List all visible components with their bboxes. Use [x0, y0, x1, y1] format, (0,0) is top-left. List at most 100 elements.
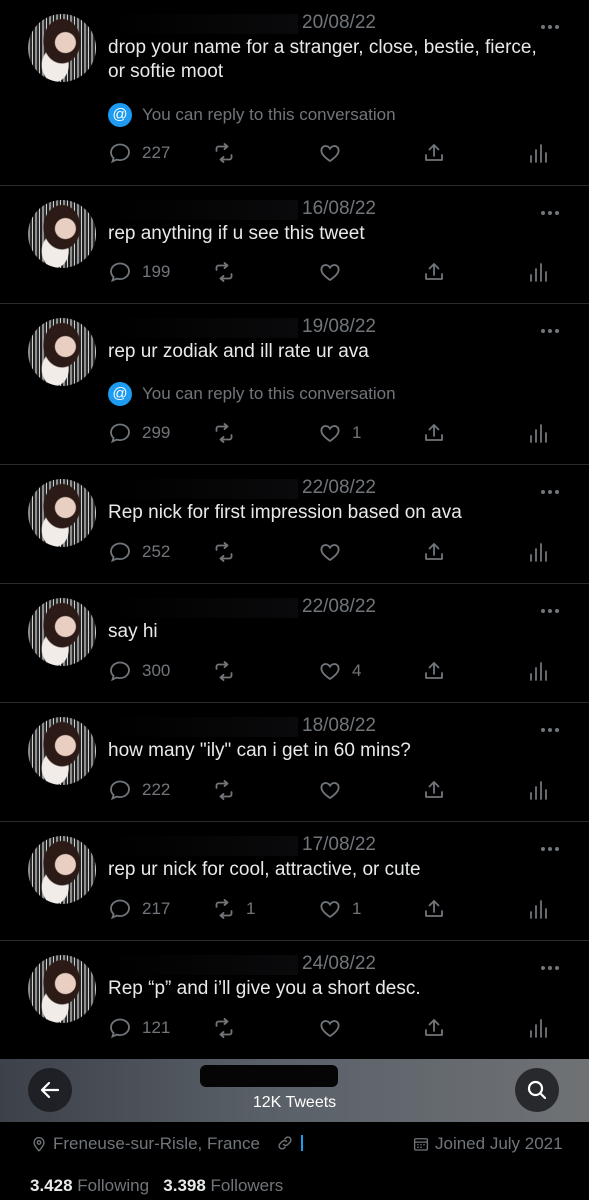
tweet-date[interactable]: 22/08/22 — [302, 596, 376, 618]
like-button[interactable] — [318, 140, 352, 166]
like-button[interactable] — [318, 539, 352, 565]
retweet-count: 1 — [246, 899, 256, 918]
tweet-text: say hi — [108, 621, 158, 642]
reply-button[interactable]: 222 — [108, 777, 170, 803]
reply-button[interactable]: 217 — [108, 896, 170, 922]
profile-link[interactable] — [276, 1134, 403, 1152]
tweet-actions: 121 — [108, 1015, 555, 1041]
avatar[interactable] — [28, 955, 96, 1023]
more-icon[interactable] — [541, 202, 563, 215]
retweet-icon — [215, 423, 233, 443]
like-button[interactable]: 1 — [318, 896, 361, 922]
profile-info: Freneuse-sur-Risle, France Joined July 2… — [0, 1122, 589, 1200]
tweet[interactable]: 22/08/22 say hi 300 4 — [0, 584, 589, 703]
avatar[interactable] — [28, 717, 96, 785]
stats-button[interactable] — [526, 259, 550, 285]
search-button[interactable] — [515, 1068, 559, 1112]
retweet-button[interactable] — [212, 140, 246, 166]
retweet-icon — [215, 780, 233, 800]
like-button[interactable]: 1 — [318, 420, 361, 446]
stats-icon — [530, 1019, 547, 1038]
avatar[interactable] — [28, 598, 96, 666]
like-button[interactable] — [318, 1015, 352, 1041]
tweet[interactable]: 18/08/22 how many "ily" can i get in 60 … — [0, 703, 589, 822]
following-link[interactable]: 3.428 Following — [30, 1176, 149, 1195]
tweet[interactable]: 22/08/22 Rep nick for first impression b… — [0, 465, 589, 584]
profile-meta-line: Freneuse-sur-Risle, France Joined July 2… — [30, 1134, 569, 1158]
tweet-text: rep anything if u see this tweet — [108, 223, 365, 244]
avatar[interactable] — [28, 14, 96, 82]
reply-count: 227 — [142, 143, 171, 162]
redacted-username — [108, 717, 298, 737]
tweet-date[interactable]: 24/08/22 — [302, 953, 376, 975]
tweet[interactable]: 24/08/22 Rep “p” and i’ll give you a sho… — [0, 941, 589, 1061]
tweet-text: rep ur zodiak and ill rate ur ava — [108, 341, 369, 362]
stats-button[interactable] — [526, 658, 550, 684]
retweet-button[interactable] — [212, 777, 246, 803]
avatar[interactable] — [28, 479, 96, 547]
followers-link[interactable]: 3.398 Followers — [163, 1176, 283, 1195]
location-text: Freneuse-sur-Risle, France — [53, 1134, 260, 1153]
share-button[interactable] — [422, 896, 446, 922]
share-button[interactable] — [422, 658, 446, 684]
stats-button[interactable] — [526, 140, 550, 166]
stats-button[interactable] — [526, 420, 550, 446]
more-icon[interactable] — [541, 838, 563, 851]
share-button[interactable] — [422, 1015, 446, 1041]
reply-button[interactable]: 121 — [108, 1015, 170, 1041]
reply-count: 199 — [142, 262, 171, 281]
stats-button[interactable] — [526, 777, 550, 803]
tweet[interactable]: 19/08/22 rep ur zodiak and ill rate ur a… — [0, 304, 589, 465]
reply-button[interactable]: 227 — [108, 140, 170, 166]
share-button[interactable] — [422, 777, 446, 803]
tweet-date[interactable]: 18/08/22 — [302, 715, 376, 737]
tweet-date[interactable]: 17/08/22 — [302, 834, 376, 856]
more-icon[interactable] — [541, 957, 563, 970]
retweet-button[interactable] — [212, 1015, 246, 1041]
retweet-icon — [215, 1018, 233, 1038]
stats-button[interactable] — [526, 539, 550, 565]
retweet-button[interactable] — [212, 539, 246, 565]
tweet[interactable]: 20/08/22 drop your name for a stranger, … — [0, 0, 589, 186]
more-icon[interactable] — [541, 16, 563, 29]
location-pin-icon — [33, 1137, 45, 1152]
redacted-link — [301, 1135, 403, 1151]
avatar[interactable] — [28, 318, 96, 386]
tweet-date[interactable]: 16/08/22 — [302, 198, 376, 220]
at-icon: @ — [108, 103, 132, 127]
tweet-date[interactable]: 20/08/22 — [302, 12, 376, 34]
like-button[interactable] — [318, 777, 352, 803]
like-count: 4 — [352, 661, 362, 680]
share-button[interactable] — [422, 259, 446, 285]
more-icon[interactable] — [541, 719, 563, 732]
retweet-button[interactable] — [212, 259, 246, 285]
share-button[interactable] — [422, 140, 446, 166]
reply-button[interactable]: 199 — [108, 259, 170, 285]
tweet-date[interactable]: 22/08/22 — [302, 477, 376, 499]
share-button[interactable] — [422, 539, 446, 565]
reply-button[interactable]: 300 — [108, 658, 170, 684]
stats-button[interactable] — [526, 1015, 550, 1041]
avatar[interactable] — [28, 836, 96, 904]
tweet[interactable]: 16/08/22 rep anything if u see this twee… — [0, 186, 589, 304]
like-button[interactable] — [318, 259, 352, 285]
tweet[interactable]: 17/08/22 rep ur nick for cool, attractiv… — [0, 822, 589, 941]
stats-button[interactable] — [526, 896, 550, 922]
reply-count: 299 — [142, 423, 171, 442]
more-icon[interactable] — [541, 320, 563, 333]
retweet-button[interactable] — [212, 420, 246, 446]
share-icon — [425, 144, 443, 161]
tweet-date[interactable]: 19/08/22 — [302, 316, 376, 338]
like-button[interactable]: 4 — [318, 658, 361, 684]
tweet-header: 18/08/22 — [108, 715, 509, 737]
avatar[interactable] — [28, 200, 96, 268]
retweet-button[interactable]: 1 — [212, 896, 255, 922]
more-icon[interactable] — [541, 600, 563, 613]
reply-button[interactable]: 252 — [108, 539, 170, 565]
tweet-count: 12K Tweets — [252, 1094, 337, 1111]
reply-button[interactable]: 299 — [108, 420, 170, 446]
redacted-profile-name — [200, 1065, 338, 1087]
retweet-button[interactable] — [212, 658, 246, 684]
more-icon[interactable] — [541, 481, 563, 494]
share-button[interactable] — [422, 420, 446, 446]
